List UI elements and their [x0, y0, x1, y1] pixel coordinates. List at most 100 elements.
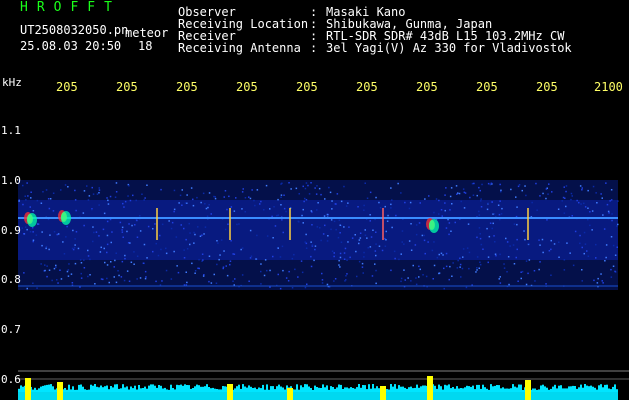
noise-dot — [448, 278, 450, 281]
noise-dot — [302, 185, 304, 188]
noise-dot — [241, 208, 243, 210]
noise-dot — [36, 287, 38, 289]
noise-dot — [617, 223, 619, 226]
noise-dot — [558, 256, 560, 258]
noise-dot — [609, 200, 611, 202]
histogram-bar — [276, 386, 278, 392]
histogram-bar — [586, 385, 588, 392]
noise-dot — [336, 193, 339, 195]
noise-dot — [608, 212, 610, 214]
histogram-bar — [206, 384, 208, 392]
noise-dot — [465, 286, 468, 289]
histogram-bar — [132, 388, 134, 392]
noise-dot — [419, 202, 421, 204]
noise-dot — [134, 224, 136, 226]
histogram-bar — [102, 387, 104, 392]
histogram-bar — [134, 385, 136, 392]
histogram-bar — [54, 389, 56, 392]
noise-dot — [391, 226, 393, 229]
histogram-bar — [252, 388, 254, 392]
noise-dot — [338, 264, 340, 266]
histogram-bar — [560, 385, 562, 392]
histogram-peak — [380, 386, 386, 400]
noise-dot — [74, 244, 76, 246]
histogram-bar — [20, 385, 22, 392]
noise-dot — [320, 193, 322, 196]
noise-dot — [32, 210, 35, 212]
histogram-bar — [500, 388, 502, 392]
histogram-bar — [536, 389, 538, 392]
noise-dot — [152, 228, 154, 230]
noise-dot — [478, 186, 480, 189]
noise-dot — [92, 226, 94, 228]
noise-dot — [88, 195, 91, 197]
noise-dot — [110, 241, 112, 244]
noise-dot — [63, 253, 66, 255]
histogram-bar — [356, 387, 358, 392]
noise-dot — [161, 280, 163, 282]
histogram-bar — [306, 384, 308, 392]
noise-dot — [213, 195, 215, 198]
noise-dot — [579, 234, 581, 237]
histogram-bar — [592, 386, 594, 392]
noise-dot — [457, 259, 459, 262]
noise-dot — [223, 196, 225, 198]
noise-dot — [487, 182, 490, 185]
histogram-bar — [142, 388, 144, 392]
noise-dot — [300, 260, 303, 262]
noise-dot — [331, 208, 333, 210]
noise-dot — [260, 263, 262, 265]
noise-dot — [374, 250, 377, 252]
noise-dot — [607, 210, 610, 213]
noise-dot — [83, 190, 86, 192]
histogram-bar — [310, 388, 312, 392]
histogram-bar — [224, 386, 226, 392]
noise-dot — [202, 275, 205, 277]
noise-dot — [347, 241, 349, 243]
noise-dot — [87, 249, 89, 252]
noise-dot — [202, 192, 205, 195]
noise-dot — [445, 227, 448, 229]
noise-dot — [468, 251, 471, 254]
noise-dot — [442, 254, 444, 256]
noise-dot — [550, 274, 552, 276]
noise-dot — [517, 280, 519, 282]
noise-dot — [375, 196, 377, 199]
noise-dot — [520, 277, 522, 280]
noise-dot — [79, 286, 81, 288]
histogram-bar — [166, 389, 168, 392]
noise-dot — [331, 250, 334, 252]
histogram-bar — [464, 387, 466, 392]
noise-dot — [375, 254, 377, 257]
noise-dot — [173, 189, 176, 192]
noise-dot — [74, 262, 77, 265]
histogram-bar — [472, 385, 474, 392]
noise-dot — [363, 251, 365, 254]
histogram-bar — [546, 387, 548, 392]
noise-dot — [606, 203, 609, 206]
noise-dot — [136, 236, 139, 238]
histogram-bar — [22, 386, 24, 392]
noise-dot — [473, 182, 475, 185]
histogram-bar — [168, 389, 170, 392]
histogram-bar — [330, 386, 332, 392]
histogram-bar — [90, 384, 92, 392]
noise-dot — [304, 187, 307, 190]
histogram-bar — [130, 386, 132, 392]
noise-dot — [143, 243, 146, 246]
histogram-bar — [470, 386, 472, 392]
noise-dot — [343, 252, 346, 254]
noise-dot — [460, 276, 462, 278]
noise-dot — [339, 252, 342, 255]
histogram-bar — [510, 388, 512, 392]
noise-dot — [32, 282, 34, 284]
noise-dot — [226, 208, 228, 211]
noise-dot — [210, 282, 213, 284]
noise-dot — [29, 206, 31, 208]
noise-dot — [230, 206, 233, 208]
noise-dot — [108, 281, 110, 284]
histogram-bar — [346, 387, 348, 392]
noise-dot — [228, 195, 230, 198]
noise-dot — [545, 188, 548, 190]
histogram-bar — [146, 388, 148, 392]
